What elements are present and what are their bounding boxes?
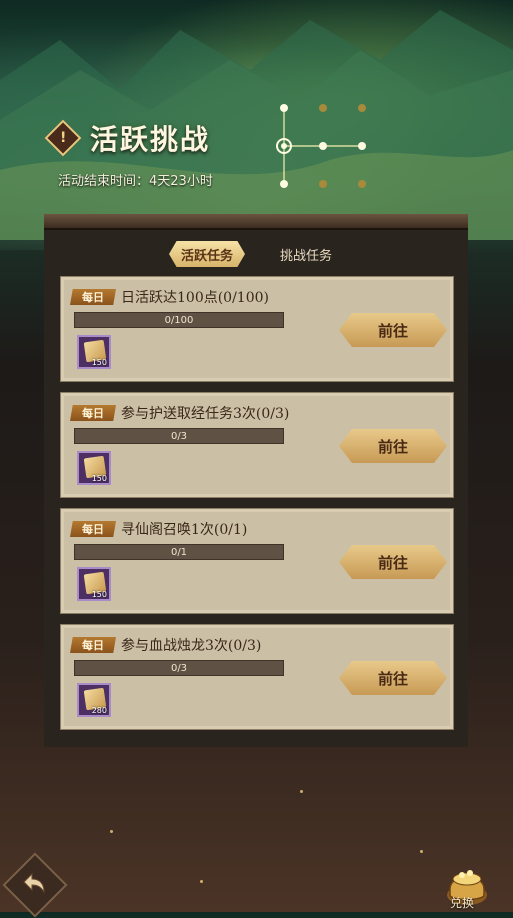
reward-count: 150 xyxy=(91,474,107,483)
progress-text: 0/3 xyxy=(170,662,188,674)
progress-bar: 0/3 xyxy=(74,660,284,676)
reward-item[interactable]: 150 xyxy=(77,451,111,485)
sparkle-decoration xyxy=(300,790,303,793)
sparkle-decoration xyxy=(110,830,113,833)
page-header: ! 活跃挑战 xyxy=(44,118,211,158)
tab-challenge-tasks[interactable]: 挑战任务 xyxy=(266,241,346,267)
task-card: 每日 参与血战烛龙3次(0/3) 0/3 280 前往 xyxy=(60,624,454,730)
task-card: 每日 寻仙阁召唤1次(0/1) 0/1 150 前往 xyxy=(60,508,454,614)
progress-bar: 0/100 xyxy=(74,312,284,328)
sparkle-decoration xyxy=(200,880,203,883)
alert-icon: ! xyxy=(44,119,82,157)
daily-badge: 每日 xyxy=(70,405,116,421)
progress-bar: 0/3 xyxy=(74,428,284,444)
progress-text: 0/1 xyxy=(170,546,188,558)
constellation-icon xyxy=(276,104,366,188)
reward-item[interactable]: 150 xyxy=(77,567,111,601)
reward-count: 150 xyxy=(91,358,107,367)
task-card: 每日 参与护送取经任务3次(0/3) 0/3 150 前往 xyxy=(60,392,454,498)
sparkle-decoration xyxy=(420,850,423,853)
progress-bar: 0/1 xyxy=(74,544,284,560)
panel-top-rail xyxy=(44,214,468,230)
exchange-label[interactable]: 兑换 xyxy=(450,894,474,911)
task-title: 寻仙阁召唤1次(0/1) xyxy=(121,522,248,538)
page-title: 活跃挑战 xyxy=(90,123,211,156)
reward-count: 280 xyxy=(91,706,107,715)
reward-item[interactable]: 280 xyxy=(77,683,111,717)
reward-item[interactable]: 150 xyxy=(77,335,111,369)
task-title: 日活跃达100点(0/100) xyxy=(121,290,269,306)
tab-active-tasks[interactable]: 活跃任务 xyxy=(169,241,245,267)
task-title: 参与护送取经任务3次(0/3) xyxy=(121,406,290,422)
task-title: 参与血战烛龙3次(0/3) xyxy=(121,638,262,654)
daily-badge: 每日 xyxy=(70,637,116,653)
daily-badge: 每日 xyxy=(70,289,116,305)
go-button[interactable]: 前往 xyxy=(339,661,447,695)
go-button[interactable]: 前往 xyxy=(339,313,447,347)
tab-bar: 活跃任务 挑战任务 xyxy=(44,241,468,269)
task-card: 每日 日活跃达100点(0/100) 0/100 150 前往 xyxy=(60,276,454,382)
progress-text: 0/3 xyxy=(170,430,188,442)
reward-count: 150 xyxy=(91,590,107,599)
progress-text: 0/100 xyxy=(164,314,194,326)
event-end-time: 活动结束时间：4天23小时 xyxy=(58,174,213,189)
go-button[interactable]: 前往 xyxy=(339,545,447,579)
back-arrow-icon[interactable] xyxy=(20,870,48,898)
daily-badge: 每日 xyxy=(70,521,116,537)
go-button[interactable]: 前往 xyxy=(339,429,447,463)
